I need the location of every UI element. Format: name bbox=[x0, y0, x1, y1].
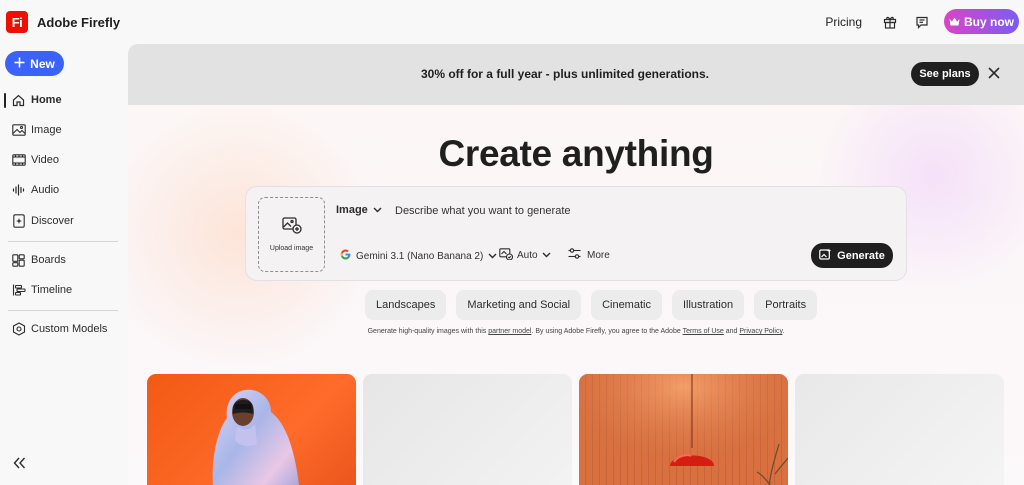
chevron-down-icon bbox=[542, 250, 551, 261]
app-title: Adobe Firefly bbox=[37, 14, 121, 30]
boards-icon bbox=[11, 253, 26, 268]
promo-banner: 30% off for a full year - plus unlimited… bbox=[128, 44, 1024, 105]
crown-icon bbox=[949, 15, 960, 29]
gallery-tile[interactable] bbox=[579, 374, 788, 485]
buy-now-button[interactable]: Buy now bbox=[944, 9, 1019, 34]
gallery-tile[interactable] bbox=[363, 374, 572, 485]
audio-icon bbox=[11, 183, 26, 198]
sidebar: New Home Image Video Audio Discover Boar… bbox=[0, 44, 128, 485]
upload-image-icon bbox=[281, 217, 302, 239]
prompt-card: Upload image Image Gemini 3.1 (Nano Bana… bbox=[245, 186, 907, 281]
sidebar-divider bbox=[8, 241, 118, 242]
close-icon[interactable] bbox=[987, 66, 1001, 80]
aspect-ratio-label: Auto bbox=[517, 250, 538, 261]
legal-notice: Generate high-quality images with this p… bbox=[367, 328, 785, 335]
home-icon bbox=[11, 93, 26, 108]
google-icon bbox=[340, 249, 351, 263]
sliders-icon bbox=[568, 248, 581, 262]
top-right-actions: Pricing Buy now bbox=[825, 9, 1019, 34]
promo-text: 30% off for a full year - plus unlimited… bbox=[420, 67, 710, 81]
sidebar-item-audio[interactable]: Audio bbox=[0, 178, 128, 202]
collapse-sidebar-icon[interactable] bbox=[10, 454, 28, 472]
generation-type-dropdown[interactable]: Image bbox=[336, 204, 382, 216]
brand[interactable]: Fi Adobe Firefly bbox=[6, 11, 120, 33]
chip-landscapes[interactable]: Landscapes bbox=[365, 290, 447, 320]
more-settings-button[interactable]: More bbox=[568, 248, 610, 262]
sidebar-item-label: Image bbox=[31, 124, 62, 136]
chip-portraits[interactable]: Portraits bbox=[754, 290, 818, 320]
page-title: Create anything bbox=[438, 133, 714, 174]
sidebar-item-boards[interactable]: Boards bbox=[0, 248, 128, 272]
custom-models-icon bbox=[11, 322, 26, 337]
video-icon bbox=[11, 153, 26, 168]
top-bar: Fi Adobe Firefly Pricing Buy now bbox=[0, 0, 1024, 44]
sidebar-item-label: Home bbox=[31, 94, 62, 106]
gallery-image bbox=[212, 389, 300, 485]
generate-label: Generate bbox=[837, 249, 885, 262]
model-label: Gemini 3.1 (Nano Banana 2) bbox=[356, 250, 484, 262]
sidebar-divider bbox=[8, 310, 118, 311]
generate-icon bbox=[819, 248, 832, 263]
chat-icon[interactable] bbox=[912, 12, 932, 32]
sidebar-item-discover[interactable]: Discover bbox=[0, 209, 128, 233]
image-icon bbox=[11, 123, 26, 138]
chevron-down-icon bbox=[373, 204, 382, 216]
gallery-tile[interactable] bbox=[147, 374, 356, 485]
generation-type-label: Image bbox=[336, 204, 368, 216]
suggestion-chips: Landscapes Marketing and Social Cinemati… bbox=[365, 290, 818, 320]
pricing-link[interactable]: Pricing bbox=[825, 15, 862, 29]
terms-of-use-link[interactable]: Terms of Use bbox=[683, 328, 724, 335]
chip-marketing-and-social[interactable]: Marketing and Social bbox=[456, 290, 582, 320]
sidebar-item-label: Timeline bbox=[31, 284, 73, 296]
aspect-ratio-icon bbox=[499, 248, 514, 263]
sidebar-item-image[interactable]: Image bbox=[0, 118, 128, 142]
main-content: 30% off for a full year - plus unlimited… bbox=[128, 44, 1024, 485]
new-label: New bbox=[30, 56, 55, 71]
gift-icon[interactable] bbox=[880, 12, 900, 32]
sidebar-item-label: Audio bbox=[31, 184, 60, 196]
generate-button[interactable]: Generate bbox=[811, 243, 893, 268]
gallery-image bbox=[579, 374, 788, 485]
more-label: More bbox=[587, 249, 610, 261]
sidebar-item-video[interactable]: Video bbox=[0, 148, 128, 172]
timeline-icon bbox=[11, 283, 26, 298]
firefly-logo: Fi bbox=[6, 11, 28, 33]
sidebar-item-label: Video bbox=[31, 154, 59, 166]
active-indicator bbox=[4, 93, 6, 108]
sidebar-item-label: Custom Models bbox=[31, 323, 108, 335]
sidebar-item-label: Discover bbox=[31, 215, 74, 227]
sidebar-item-timeline[interactable]: Timeline bbox=[0, 278, 128, 302]
chevron-down-icon bbox=[488, 251, 497, 262]
upload-image-button[interactable]: Upload image bbox=[258, 197, 325, 272]
discover-icon bbox=[11, 214, 26, 229]
see-plans-button[interactable]: See plans bbox=[911, 62, 979, 86]
sidebar-item-label: Boards bbox=[31, 254, 66, 266]
gallery bbox=[147, 374, 1004, 485]
sidebar-item-custom-models[interactable]: Custom Models bbox=[0, 317, 128, 341]
aspect-ratio-dropdown[interactable]: Auto bbox=[499, 248, 551, 263]
partner-model-link[interactable]: partner model bbox=[488, 328, 531, 335]
sidebar-item-home[interactable]: Home bbox=[0, 88, 128, 112]
new-button[interactable]: New bbox=[5, 51, 64, 76]
upload-image-label: Upload image bbox=[269, 245, 314, 252]
privacy-policy-link[interactable]: Privacy Policy bbox=[739, 328, 782, 335]
plus-icon bbox=[14, 57, 25, 71]
chip-illustration[interactable]: Illustration bbox=[671, 290, 745, 320]
gallery-tile[interactable] bbox=[795, 374, 1004, 485]
prompt-input[interactable] bbox=[395, 202, 875, 220]
model-dropdown[interactable]: Gemini 3.1 (Nano Banana 2) bbox=[340, 249, 497, 263]
buy-now-label: Buy now bbox=[964, 14, 1014, 29]
chip-cinematic[interactable]: Cinematic bbox=[591, 290, 662, 320]
